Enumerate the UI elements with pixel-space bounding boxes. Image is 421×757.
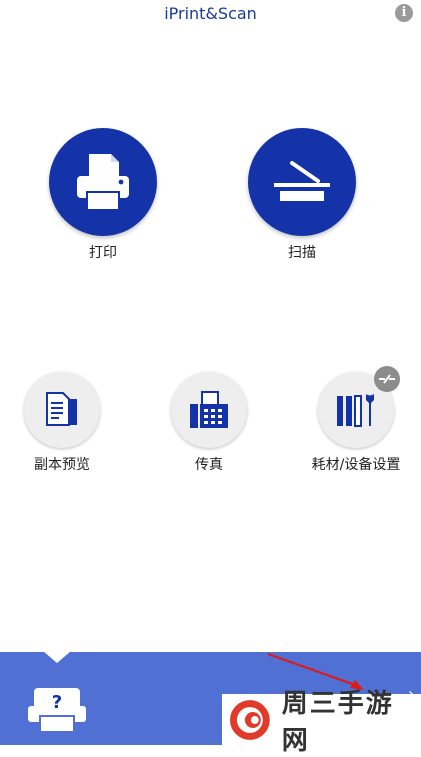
disconnected-icon (374, 366, 400, 392)
fax-icon (190, 391, 228, 428)
copy-preview-button[interactable]: 副本预览 (7, 372, 117, 474)
svg-text:?: ? (52, 692, 62, 713)
scan-button[interactable]: 扫描 (247, 128, 357, 262)
watermark: 周三手游网 (222, 689, 421, 756)
print-label: 打印 (89, 245, 117, 261)
supplies-settings-icon (337, 394, 374, 427)
fax-button[interactable]: 传真 (154, 372, 264, 474)
scanner-icon (274, 161, 330, 201)
print-button[interactable]: 打印 (48, 128, 158, 262)
app-title: iPrint&Scan (164, 4, 257, 23)
supplies-settings-label: 耗材/设备设置 (311, 457, 401, 473)
bar-notch (43, 651, 71, 663)
supplies-settings-button[interactable]: 耗材/设备设置 (301, 366, 411, 474)
printer-icon (77, 154, 129, 211)
copy-preview-circle[interactable] (24, 372, 100, 448)
header: iPrint&Scan i (0, 0, 421, 30)
scan-label: 扫描 (288, 245, 316, 261)
printer-help-button[interactable]: ? (26, 686, 88, 734)
print-circle[interactable] (49, 128, 157, 236)
fax-circle[interactable] (171, 372, 247, 448)
supplies-settings-circle[interactable] (318, 366, 400, 448)
info-icon[interactable]: i (395, 4, 413, 22)
copy-preview-label: 副本预览 (34, 457, 90, 473)
watermark-text: 周三手游网 (281, 688, 394, 756)
watermark-logo (229, 699, 270, 740)
printer-help-icon: ? (28, 688, 86, 733)
scan-circle[interactable] (248, 128, 356, 236)
fax-label: 传真 (195, 457, 223, 473)
copy-preview-icon (46, 392, 77, 426)
